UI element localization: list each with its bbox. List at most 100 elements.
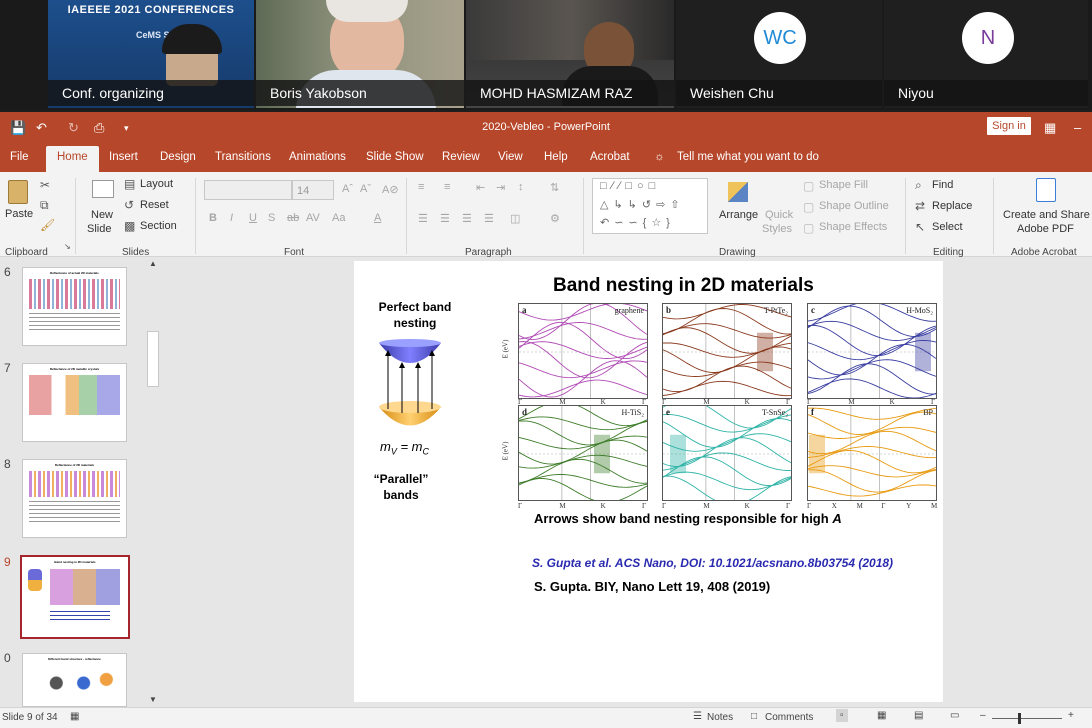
cut-icon[interactable]: ✂ — [40, 178, 50, 192]
slideshow-view-icon[interactable]: ▭ — [950, 710, 959, 721]
k-path-label: X — [831, 502, 837, 510]
comments-button[interactable]: Comments — [765, 712, 813, 723]
slide-thumbnail-9[interactable]: Band nesting in 2D materials — [20, 555, 130, 639]
notes-button[interactable]: Notes — [707, 712, 733, 723]
align-right-icon[interactable]: ☰ — [462, 212, 472, 225]
notes-icon[interactable]: ☰ — [693, 711, 702, 722]
new-slide-icon[interactable] — [92, 180, 114, 198]
select-button[interactable]: Select — [932, 221, 963, 233]
thumbnails-scrollbar[interactable]: ▲ ▼ — [146, 257, 160, 707]
shape-effects-button[interactable]: Shape Effects — [819, 221, 887, 233]
shadow-icon[interactable]: S — [268, 212, 275, 224]
scroll-up-icon[interactable]: ▲ — [149, 259, 157, 268]
slide-canvas[interactable]: Band nesting in 2D materials Perfect ban… — [354, 261, 943, 702]
numbering-icon[interactable]: ≡ — [444, 181, 450, 193]
grow-font-icon[interactable]: Aˆ — [342, 183, 353, 195]
slide-sorter-icon[interactable]: ▦ — [877, 710, 886, 721]
shrink-font-icon[interactable]: Aˇ — [360, 183, 371, 195]
font-name-dropdown[interactable] — [204, 180, 292, 200]
replace-button[interactable]: Replace — [932, 200, 972, 212]
reference-1[interactable]: S. Gupta et al. ACS Nano, DOI: 10.1021/a… — [532, 556, 893, 570]
shape-outline-button[interactable]: Shape Outline — [819, 200, 889, 212]
reset-button[interactable]: Reset — [140, 199, 169, 211]
accessibility-icon[interactable]: ▦ — [70, 711, 79, 722]
window-title: 2020-Vebleo - PowerPoint — [482, 121, 610, 133]
font-size-dropdown[interactable]: 14 — [292, 180, 334, 200]
spacing-icon[interactable]: AV — [306, 212, 320, 224]
scroll-down-icon[interactable]: ▼ — [149, 695, 157, 704]
create-share-pdf-button[interactable]: Create and Share — [1003, 209, 1090, 221]
new-slide-button-line2[interactable]: Slide — [87, 223, 111, 235]
tab-review[interactable]: Review — [442, 151, 480, 163]
italic-icon[interactable]: I — [230, 212, 233, 224]
paste-icon[interactable] — [8, 180, 28, 204]
ribbon-display-icon[interactable]: ▦ — [1044, 120, 1056, 136]
panel-letter: f — [811, 407, 814, 417]
strikethrough-icon[interactable]: ab — [287, 212, 299, 224]
scroll-thumb[interactable] — [147, 331, 159, 387]
format-painter-icon[interactable]: 🖌 — [40, 218, 55, 232]
new-slide-button[interactable]: New — [91, 209, 113, 221]
sign-in-button[interactable]: Sign in — [987, 117, 1031, 135]
shapes-gallery-icon: □∕∕□○□ — [600, 180, 661, 192]
dialog-launcher-icon[interactable]: ↘ — [64, 242, 71, 251]
quick-styles-button-line2[interactable]: Styles — [762, 223, 792, 235]
slide-thumbnail-8[interactable]: Reflectance of 2D materials — [22, 459, 127, 538]
tell-me-search[interactable]: Tell me what you want to do — [677, 151, 819, 163]
clear-format-icon[interactable]: A⊘ — [382, 183, 399, 196]
tab-file[interactable]: File — [10, 151, 29, 163]
increase-indent-icon[interactable]: ⇥ — [496, 181, 505, 194]
copy-icon[interactable]: ⧉ — [40, 198, 49, 213]
columns-icon[interactable]: ◫ — [510, 212, 520, 225]
change-case-icon[interactable]: Aa — [332, 212, 345, 224]
align-left-icon[interactable]: ☰ — [418, 212, 428, 225]
smartart-icon[interactable]: ⚙ — [550, 212, 560, 225]
decrease-indent-icon[interactable]: ⇤ — [476, 181, 485, 194]
video-tile-boris-yakobson[interactable]: Boris Yakobson — [256, 0, 464, 108]
zoom-out-icon[interactable]: – — [980, 710, 986, 721]
tab-design[interactable]: Design — [160, 151, 196, 163]
shape-fill-button[interactable]: Shape Fill — [819, 179, 868, 191]
create-share-pdf-button-line2[interactable]: Adobe PDF — [1017, 223, 1074, 235]
quick-styles-button[interactable]: Quick — [765, 209, 793, 221]
band-curve — [663, 414, 791, 433]
slide-thumbnail-7[interactable]: Reflectance of 2D metallic crystals — [22, 363, 127, 442]
tab-help[interactable]: Help — [544, 151, 568, 163]
video-tile-niyou[interactable]: N Niyou — [884, 0, 1088, 108]
layout-button[interactable]: Layout — [140, 178, 173, 190]
underline-icon[interactable]: U — [249, 212, 257, 224]
tab-home[interactable]: Home — [46, 146, 99, 172]
comments-icon[interactable]: □ — [751, 711, 757, 722]
zoom-slider[interactable] — [992, 718, 1062, 719]
tab-insert[interactable]: Insert — [109, 151, 138, 163]
tab-view[interactable]: View — [498, 151, 523, 163]
slide-thumbnail-6[interactable]: Reflectance of actual 2D materials — [22, 267, 127, 346]
bullets-icon[interactable]: ≡ — [418, 181, 424, 193]
arrange-icon[interactable] — [728, 182, 748, 202]
zoom-slider-thumb[interactable] — [1018, 713, 1021, 724]
tab-transitions[interactable]: Transitions — [215, 151, 271, 163]
justify-icon[interactable]: ☰ — [484, 212, 494, 225]
paste-button[interactable]: Paste — [5, 208, 33, 220]
video-tile-weishen-chu[interactable]: WC Weishen Chu — [676, 0, 882, 108]
arrange-button[interactable]: Arrange — [719, 209, 758, 221]
reading-view-icon[interactable]: ▤ — [914, 710, 923, 721]
tab-animations[interactable]: Animations — [289, 151, 346, 163]
tab-acrobat[interactable]: Acrobat — [590, 151, 630, 163]
bold-icon[interactable]: B — [209, 212, 217, 224]
font-color-icon[interactable]: A — [374, 212, 381, 224]
group-font: Font — [284, 247, 305, 258]
zoom-in-icon[interactable]: + — [1068, 710, 1074, 721]
video-tile-mohd-hasmizam[interactable]: MOHD HASMIZAM RAZ — [466, 0, 674, 108]
line-spacing-icon[interactable]: ↕ — [518, 181, 524, 193]
tab-slide-show[interactable]: Slide Show — [366, 151, 424, 163]
minimize-icon[interactable]: – — [1074, 120, 1081, 135]
normal-view-icon[interactable]: ▫ — [836, 709, 848, 722]
adobe-pdf-icon[interactable] — [1036, 178, 1056, 202]
find-button[interactable]: Find — [932, 179, 953, 191]
slide-thumbnail-10[interactable]: Different band structure - reflectance — [22, 653, 127, 707]
section-button[interactable]: Section — [140, 220, 177, 232]
video-tile-conf-organizing[interactable]: IAEEEE 2021 CONFERENCES CeMS SIS 2021 Co… — [48, 0, 254, 108]
align-center-icon[interactable]: ☰ — [440, 212, 450, 225]
text-direction-icon[interactable]: ⇅ — [550, 181, 559, 194]
